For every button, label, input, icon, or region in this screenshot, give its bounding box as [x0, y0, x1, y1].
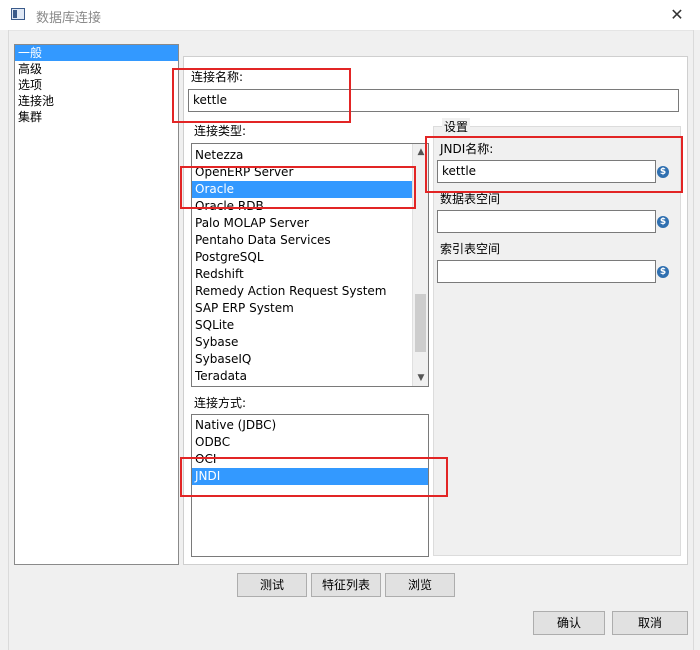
window-icon: [11, 8, 25, 20]
settings-group-title: 设置: [442, 118, 471, 135]
connection-type-item-teradata[interactable]: Teradata: [192, 368, 412, 385]
connection-type-scrollbar[interactable]: ▲ ▼: [412, 144, 428, 386]
cancel-button[interactable]: 取消: [612, 611, 688, 635]
connection-type-item-sybaseiq[interactable]: SybaseIQ: [192, 351, 412, 368]
access-method-item-oci[interactable]: OCI: [192, 451, 428, 468]
connection-type-item-redshift[interactable]: Redshift: [192, 266, 412, 283]
access-method-list[interactable]: Native (JDBC) ODBC OCI JNDI: [191, 414, 429, 557]
nav-item-advanced[interactable]: 高级: [15, 61, 178, 77]
connection-type-item-remedy-action-request-system[interactable]: Remedy Action Request System: [192, 283, 412, 300]
scroll-down-icon[interactable]: ▼: [413, 370, 428, 386]
connection-type-item-sap-erp-system[interactable]: SAP ERP System: [192, 300, 412, 317]
data-tablespace-label: 数据表空间: [440, 192, 501, 206]
jndi-name-input[interactable]: kettle: [437, 160, 656, 183]
index-tablespace-input[interactable]: [437, 260, 656, 283]
connection-name-input[interactable]: kettle: [188, 89, 679, 112]
left-edge: [0, 30, 9, 650]
variable-icon[interactable]: $: [657, 166, 669, 178]
connection-type-item-netezza[interactable]: Netezza: [192, 147, 412, 164]
nav-item-general[interactable]: 一般: [15, 45, 178, 61]
window-title: 数据库连接: [36, 11, 102, 26]
scroll-thumb[interactable]: [415, 294, 426, 352]
access-method-label: 连接方式:: [194, 396, 247, 410]
variable-icon[interactable]: $: [657, 216, 669, 228]
title-bar: 数据库连接 ✕: [0, 0, 700, 31]
connection-type-list[interactable]: Netezza OpenERP Server Oracle Oracle RDB Pal…: [191, 143, 429, 387]
index-tablespace-label: 索引表空间: [440, 242, 501, 256]
nav-item-options[interactable]: 选项: [15, 77, 178, 93]
connection-type-item-oracle[interactable]: Oracle: [192, 181, 412, 198]
explore-button[interactable]: 浏览: [385, 573, 455, 597]
nav-item-pooling[interactable]: 连接池: [15, 93, 178, 109]
data-tablespace-input[interactable]: [437, 210, 656, 233]
right-edge: [693, 30, 700, 650]
connection-type-item-sybase[interactable]: Sybase: [192, 334, 412, 351]
nav-item-cluster[interactable]: 集群: [15, 109, 178, 125]
access-method-item-odbc[interactable]: ODBC: [192, 434, 428, 451]
settings-nav: 一般 高级 选项 连接池 集群: [14, 44, 179, 565]
ok-button[interactable]: 确认: [533, 611, 605, 635]
variable-icon[interactable]: $: [657, 266, 669, 278]
database-connection-dialog: 数据库连接 ✕ 一般 高级 选项 连接池 集群 连接名称: kettle 连接类…: [0, 0, 700, 650]
connection-name-label: 连接名称:: [191, 70, 244, 84]
scroll-up-icon[interactable]: ▲: [413, 144, 428, 160]
jndi-name-label: JNDI名称:: [440, 142, 494, 156]
feature-list-button[interactable]: 特征列表: [311, 573, 381, 597]
connection-type-items: Netezza OpenERP Server Oracle Oracle RDB Pal…: [192, 147, 412, 385]
connection-type-item-sqlite[interactable]: SQLite: [192, 317, 412, 334]
connection-type-item-pentaho-data-services[interactable]: Pentaho Data Services: [192, 232, 412, 249]
connection-type-label: 连接类型:: [194, 124, 247, 138]
close-button[interactable]: ✕: [654, 0, 700, 30]
access-method-item-jndi[interactable]: JNDI: [192, 468, 428, 485]
access-method-item-native-jdbc[interactable]: Native (JDBC): [192, 417, 428, 434]
connection-type-item-postgresql[interactable]: PostgreSQL: [192, 249, 412, 266]
test-button[interactable]: 测试: [237, 573, 307, 597]
connection-type-item-palo-molap-server[interactable]: Palo MOLAP Server: [192, 215, 412, 232]
connection-type-item-openerp-server[interactable]: OpenERP Server: [192, 164, 412, 181]
access-method-items: Native (JDBC) ODBC OCI JNDI: [192, 417, 428, 485]
connection-type-item-oracle-rdb[interactable]: Oracle RDB: [192, 198, 412, 215]
